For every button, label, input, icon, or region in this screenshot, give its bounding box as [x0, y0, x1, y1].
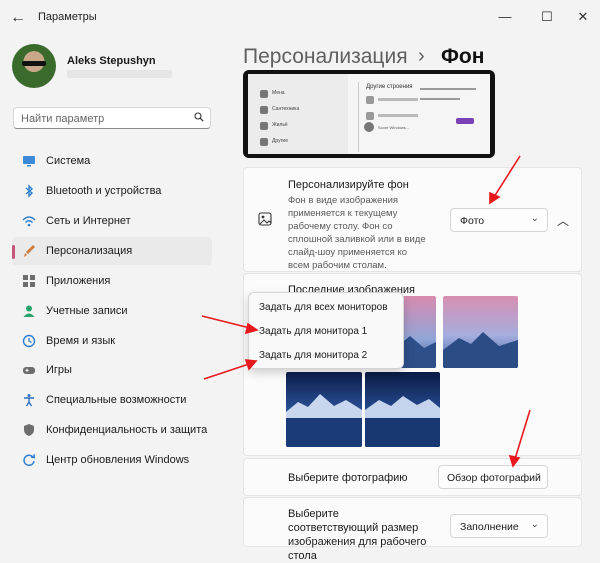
- sidebar-item-label: Приложения: [46, 275, 111, 287]
- background-card: Персонализируйте фон Фон в виде изображе…: [243, 167, 582, 272]
- sidebar-item-apps[interactable]: Приложения: [12, 267, 212, 295]
- sidebar-item-label: Конфиденциальность и защита: [46, 424, 208, 436]
- sidebar-item-label: Персонализация: [46, 245, 133, 257]
- avatar[interactable]: [12, 44, 56, 88]
- menu-item-monitor-1[interactable]: Задать для монитора 1: [249, 321, 403, 343]
- recent-image-4[interactable]: [286, 372, 362, 447]
- search-input[interactable]: Найти параметр: [13, 107, 211, 129]
- title-bar: ← Параметры — ☐ ✕: [0, 0, 600, 36]
- sidebar-item-bluetooth[interactable]: Bluetooth и устройства: [12, 177, 212, 205]
- preview-item-1: Мена: [272, 90, 285, 96]
- active-indicator: [12, 245, 15, 259]
- wifi-icon: [22, 216, 36, 227]
- sidebar-item-label: Bluetooth и устройства: [46, 185, 162, 197]
- preview-heading: Другие строения: [366, 84, 413, 90]
- sidebar-item-gamepad[interactable]: Игры: [12, 356, 212, 384]
- user-email-blurred: [67, 70, 172, 78]
- preview-item-2: Сантехника: [272, 106, 300, 112]
- fit-value: Заполнение: [460, 521, 519, 533]
- shield-icon: [24, 424, 34, 436]
- menu-item-all-monitors[interactable]: Задать для всех мониторов: [249, 297, 403, 319]
- maximize-button[interactable]: ☐: [536, 6, 558, 28]
- breadcrumb-parent[interactable]: Персонализация: [243, 45, 408, 69]
- sidebar-item-label: Учетные записи: [46, 305, 128, 317]
- sidebar-item-accessibility[interactable]: Специальные возможности: [12, 386, 212, 414]
- fit-dropdown[interactable]: Заполнение ⌄: [450, 514, 548, 538]
- preview-item-3: Жильё: [272, 122, 288, 128]
- menu-item-label: Задать для монитора 2: [259, 350, 368, 361]
- close-button[interactable]: ✕: [572, 6, 594, 28]
- sidebar-item-shield[interactable]: Конфиденциальность и защита: [12, 416, 212, 444]
- image-icon: [258, 212, 272, 226]
- chevron-down-icon: ⌄: [530, 213, 539, 224]
- monitor-icon: [23, 156, 35, 167]
- browse-photos-button[interactable]: Обзор фотографий: [438, 465, 548, 489]
- background-type-dropdown[interactable]: Фото ⌄: [450, 208, 548, 232]
- search-icon[interactable]: [194, 112, 204, 122]
- bluetooth-icon: [25, 184, 34, 198]
- sidebar-item-update[interactable]: Центр обновления Windows: [12, 446, 212, 474]
- globe-clock-icon: [22, 334, 36, 348]
- minimize-button[interactable]: —: [494, 6, 516, 28]
- sidebar-item-monitor[interactable]: Система: [12, 147, 212, 175]
- fit-label: Выберите соответствующий размер изображе…: [288, 508, 427, 562]
- choose-photo-card: Выберите фотографию Обзор фотографий: [243, 458, 582, 496]
- gamepad-icon: [23, 367, 35, 374]
- choose-photo-label: Выберите фотографию: [288, 472, 408, 484]
- browse-photos-label: Обзор фотографий: [447, 472, 541, 484]
- preview-window-label: Score Windows...: [378, 125, 410, 130]
- brush-icon: [24, 245, 35, 257]
- sidebar-item-wifi[interactable]: Сеть и Интернет: [12, 207, 212, 235]
- fit-card: Выберите соответствующий размер изображе…: [243, 497, 582, 562]
- sidebar-item-label: Система: [46, 155, 91, 167]
- person-icon: [23, 305, 35, 317]
- background-card-description: Фон в виде изображения применяется к тек…: [288, 195, 426, 271]
- breadcrumb-separator: ›: [418, 45, 425, 67]
- sidebar-item-label: Сеть и Интернет: [46, 215, 131, 227]
- set-wallpaper-context-menu: Задать для всех мониторов Задать для мон…: [248, 292, 404, 369]
- window-title: Параметры: [38, 11, 97, 23]
- sidebar-item-person[interactable]: Учетные записи: [12, 297, 212, 325]
- background-type-value: Фото: [460, 215, 485, 227]
- recent-image-3[interactable]: [443, 296, 518, 368]
- sidebar-item-label: Время и язык: [46, 335, 116, 347]
- page-title: Фон: [441, 45, 485, 68]
- recent-image-5[interactable]: [365, 372, 440, 447]
- sidebar-item-brush[interactable]: Персонализация: [12, 237, 212, 265]
- update-icon: [23, 454, 36, 467]
- background-card-title: Персонализируйте фон: [288, 179, 409, 191]
- chevron-down-icon: ⌄: [530, 519, 539, 530]
- sidebar-item-label: Специальные возможности: [46, 394, 187, 406]
- menu-item-label: Задать для всех мониторов: [259, 302, 388, 313]
- sidebar-item-globe-clock[interactable]: Время и язык: [12, 327, 212, 355]
- menu-item-label: Задать для монитора 1: [259, 326, 368, 337]
- preview-window: Мена Сантехника Жильё Другие Другие стро…: [248, 74, 490, 154]
- sidebar-item-label: Центр обновления Windows: [46, 454, 190, 466]
- accessibility-icon: [24, 394, 34, 407]
- menu-item-monitor-2[interactable]: Задать для монитора 2: [249, 345, 403, 367]
- back-button[interactable]: ←: [8, 8, 28, 28]
- apps-icon: [23, 275, 35, 287]
- sidebar-item-label: Игры: [46, 364, 72, 376]
- chevron-up-icon[interactable]: ︿: [557, 212, 569, 229]
- search-placeholder: Найти параметр: [21, 113, 105, 125]
- desktop-preview: Мена Сантехника Жильё Другие Другие стро…: [243, 70, 495, 158]
- user-name: Aleks Stepushyn: [67, 55, 156, 67]
- preview-item-4: Другие: [272, 138, 289, 144]
